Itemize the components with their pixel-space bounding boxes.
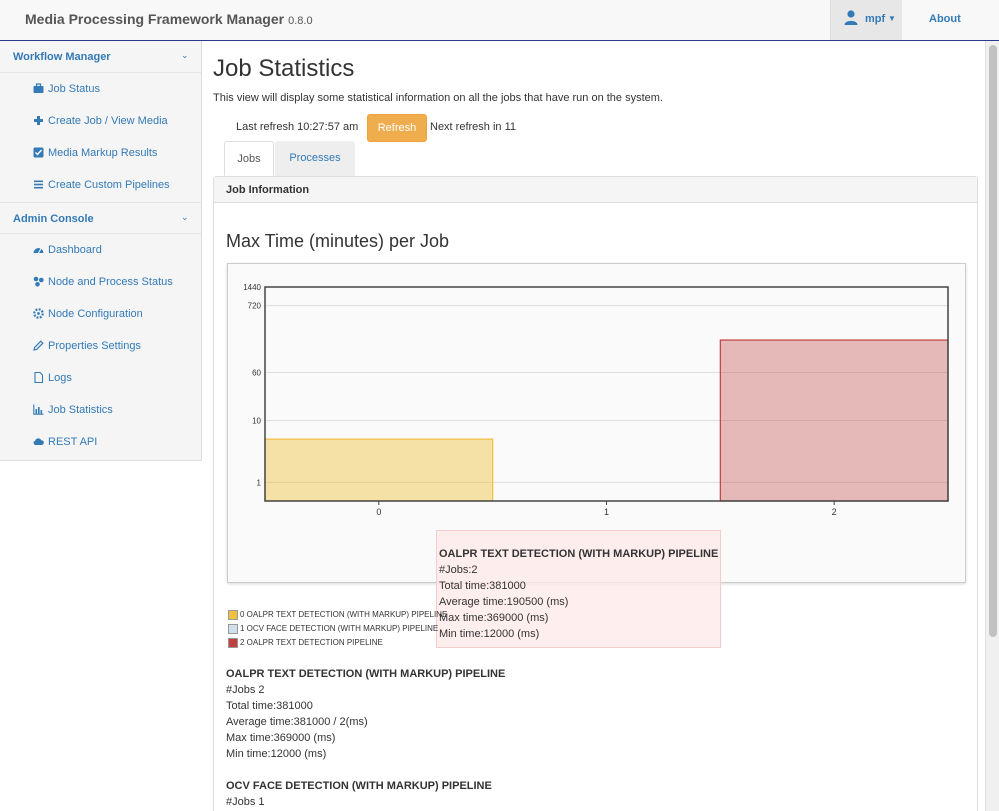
top-navbar: Media Processing Framework Manager 0.8.0 … — [0, 0, 999, 41]
pipeline-summary: OALPR TEXT DETECTION (WITH MARKUP) PIPEL… — [226, 666, 505, 762]
sidebar-item-label: Create Job / View Media — [48, 115, 168, 127]
summary-line: Total time:381000 — [226, 700, 313, 712]
briefcase-icon — [33, 83, 44, 93]
chart-icon — [33, 404, 44, 415]
sidebar-item-label: Job Statistics — [48, 404, 113, 416]
legend-swatch — [228, 638, 238, 648]
y-tick-label: 1 — [257, 478, 262, 487]
about-link[interactable]: About — [929, 13, 961, 25]
section-admin-console[interactable]: Admin Console ⌄ — [0, 202, 201, 234]
sidebar-item-node-configuration[interactable]: Node Configuration — [0, 298, 201, 330]
tooltip-title: OALPR TEXT DETECTION (WITH MARKUP) PIPEL… — [439, 548, 719, 560]
refresh-button[interactable]: Refresh — [367, 114, 427, 142]
section-title: Admin Console — [13, 213, 94, 225]
sidebar-item-properties-settings[interactable]: Properties Settings — [0, 330, 201, 362]
brand-version: 0.8.0 — [288, 15, 313, 27]
page-description: This view will display some statistical … — [213, 92, 663, 104]
chevron-down-icon: ⌄ — [181, 50, 189, 60]
scrollbar-thumb[interactable] — [989, 45, 997, 637]
summary-title: OCV FACE DETECTION (WITH MARKUP) PIPELIN… — [226, 780, 492, 792]
sidebar-item-create-job[interactable]: Create Job / View Media — [0, 105, 201, 137]
summary-title: OALPR TEXT DETECTION (WITH MARKUP) PIPEL… — [226, 668, 506, 680]
page-title: Job Statistics — [213, 55, 355, 82]
pencil-icon — [33, 340, 44, 351]
y-tick-label: 60 — [252, 368, 261, 377]
summary-line: Min time:12000 (ms) — [226, 748, 327, 760]
summary-line: #Jobs 1 — [226, 796, 265, 808]
y-tick-label: 10 — [252, 417, 261, 426]
sidebar-item-label: Logs — [48, 372, 72, 384]
legend-label: 1 OCV FACE DETECTION (WITH MARKUP) PIPEL… — [240, 624, 439, 633]
sidebar-item-label: Job Status — [48, 83, 100, 95]
sidebar-item-label: Node Configuration — [48, 308, 143, 320]
job-information-panel: Job Information Max Time (minutes) per J… — [213, 176, 978, 811]
sidebar-item-node-process-status[interactable]: Node and Process Status — [0, 266, 201, 298]
dashboard-icon — [33, 248, 44, 254]
last-refresh-text: Last refresh 10:27:57 am — [236, 121, 359, 133]
sidebar-item-custom-pipelines[interactable]: Create Custom Pipelines — [0, 169, 201, 201]
panel-title: Job Information — [226, 184, 310, 196]
tooltip-line: #Jobs:2 — [439, 564, 478, 576]
summary-line: Max time:369000 (ms) — [226, 732, 336, 744]
summary-line: Average time:381000 / 2(ms) — [226, 716, 368, 728]
sidebar-item-job-status[interactable]: Job Status — [0, 73, 201, 105]
sidebar-item-label: Node and Process Status — [48, 276, 173, 288]
sidebar-item-label: Properties Settings — [48, 340, 141, 352]
tab-jobs[interactable]: Jobs — [224, 141, 274, 176]
list-icon — [34, 180, 43, 189]
summary-line: #Jobs 2 — [226, 684, 265, 696]
sidebar-item-job-statistics[interactable]: Job Statistics — [0, 394, 201, 426]
legend-swatch — [228, 610, 238, 620]
section-workflow-manager[interactable]: Workflow Manager ⌄ — [0, 41, 201, 73]
tab-bar: Jobs Processes — [224, 141, 977, 176]
chevron-down-icon: ⌄ — [181, 212, 189, 222]
sidebar-item-label: Media Markup Results — [48, 147, 158, 159]
legend-label: 2 OALPR TEXT DETECTION PIPELINE — [240, 638, 383, 647]
sidebar-item-label: Create Custom Pipelines — [48, 179, 170, 191]
legend-label: 0 OALPR TEXT DETECTION (WITH MARKUP) PIP… — [240, 610, 448, 619]
user-icon — [844, 10, 858, 25]
sidebar-item-media-markup[interactable]: Media Markup Results — [0, 137, 201, 169]
y-tick-label: 720 — [248, 302, 262, 311]
nodes-icon — [33, 276, 44, 287]
cloud-icon — [33, 438, 44, 445]
next-refresh-text: Next refresh in 11 — [430, 121, 517, 133]
sidebar-item-dashboard[interactable]: Dashboard — [0, 234, 201, 266]
x-tick-label: 1 — [604, 507, 609, 517]
sidebar-item-label: Dashboard — [48, 244, 102, 256]
user-name: mpf — [865, 13, 886, 25]
legend-swatch — [228, 624, 238, 634]
bar-2 — [719, 339, 949, 502]
sidebar: Workflow Manager ⌄ Job Status Create Job… — [0, 41, 202, 461]
pipeline-summary: OCV FACE DETECTION (WITH MARKUP) PIPELIN… — [226, 778, 492, 810]
chart-legend: 0 OALPR TEXT DETECTION (WITH MARKUP) PIP… — [228, 608, 728, 650]
sidebar-item-logs[interactable]: Logs — [0, 362, 201, 394]
plus-icon — [34, 116, 43, 125]
x-tick-label: 0 — [376, 507, 381, 517]
panel-heading: Job Information — [214, 177, 977, 203]
sidebar-item-rest-api[interactable]: REST API — [0, 426, 201, 458]
chart-title: Max Time (minutes) per Job — [226, 231, 450, 251]
page-scrollbar[interactable] — [985, 41, 999, 811]
y-tick-label: 1440 — [243, 283, 261, 292]
user-menu[interactable]: mpf ▼ — [830, 0, 902, 40]
bar-0 — [264, 438, 494, 502]
app-brand[interactable]: Media Processing Framework Manager 0.8.0 — [25, 11, 313, 27]
caret-down-icon: ▼ — [888, 14, 896, 23]
checkbox-icon — [33, 147, 44, 158]
brand-title[interactable]: Media Processing Framework Manager — [25, 11, 284, 27]
tab-processes[interactable]: Processes — [275, 141, 355, 176]
tooltip-line: Average time:190500 (ms) — [439, 596, 569, 608]
section-title: Workflow Manager — [13, 51, 111, 63]
legend-item: 1 OCV FACE DETECTION (WITH MARKUP) PIPEL… — [228, 622, 728, 636]
sidebar-item-label: REST API — [48, 436, 98, 448]
file-icon — [34, 372, 44, 383]
main-content: Job Statistics This view will display so… — [213, 41, 985, 811]
tooltip-line: Total time:381000 — [439, 580, 526, 592]
refresh-row: Last refresh 10:27:57 am Refresh Next re… — [236, 114, 636, 142]
cog-icon — [33, 308, 44, 319]
legend-item: 0 OALPR TEXT DETECTION (WITH MARKUP) PIP… — [228, 608, 728, 622]
x-tick-label: 2 — [832, 507, 837, 517]
legend-item: 2 OALPR TEXT DETECTION PIPELINE — [228, 636, 728, 650]
